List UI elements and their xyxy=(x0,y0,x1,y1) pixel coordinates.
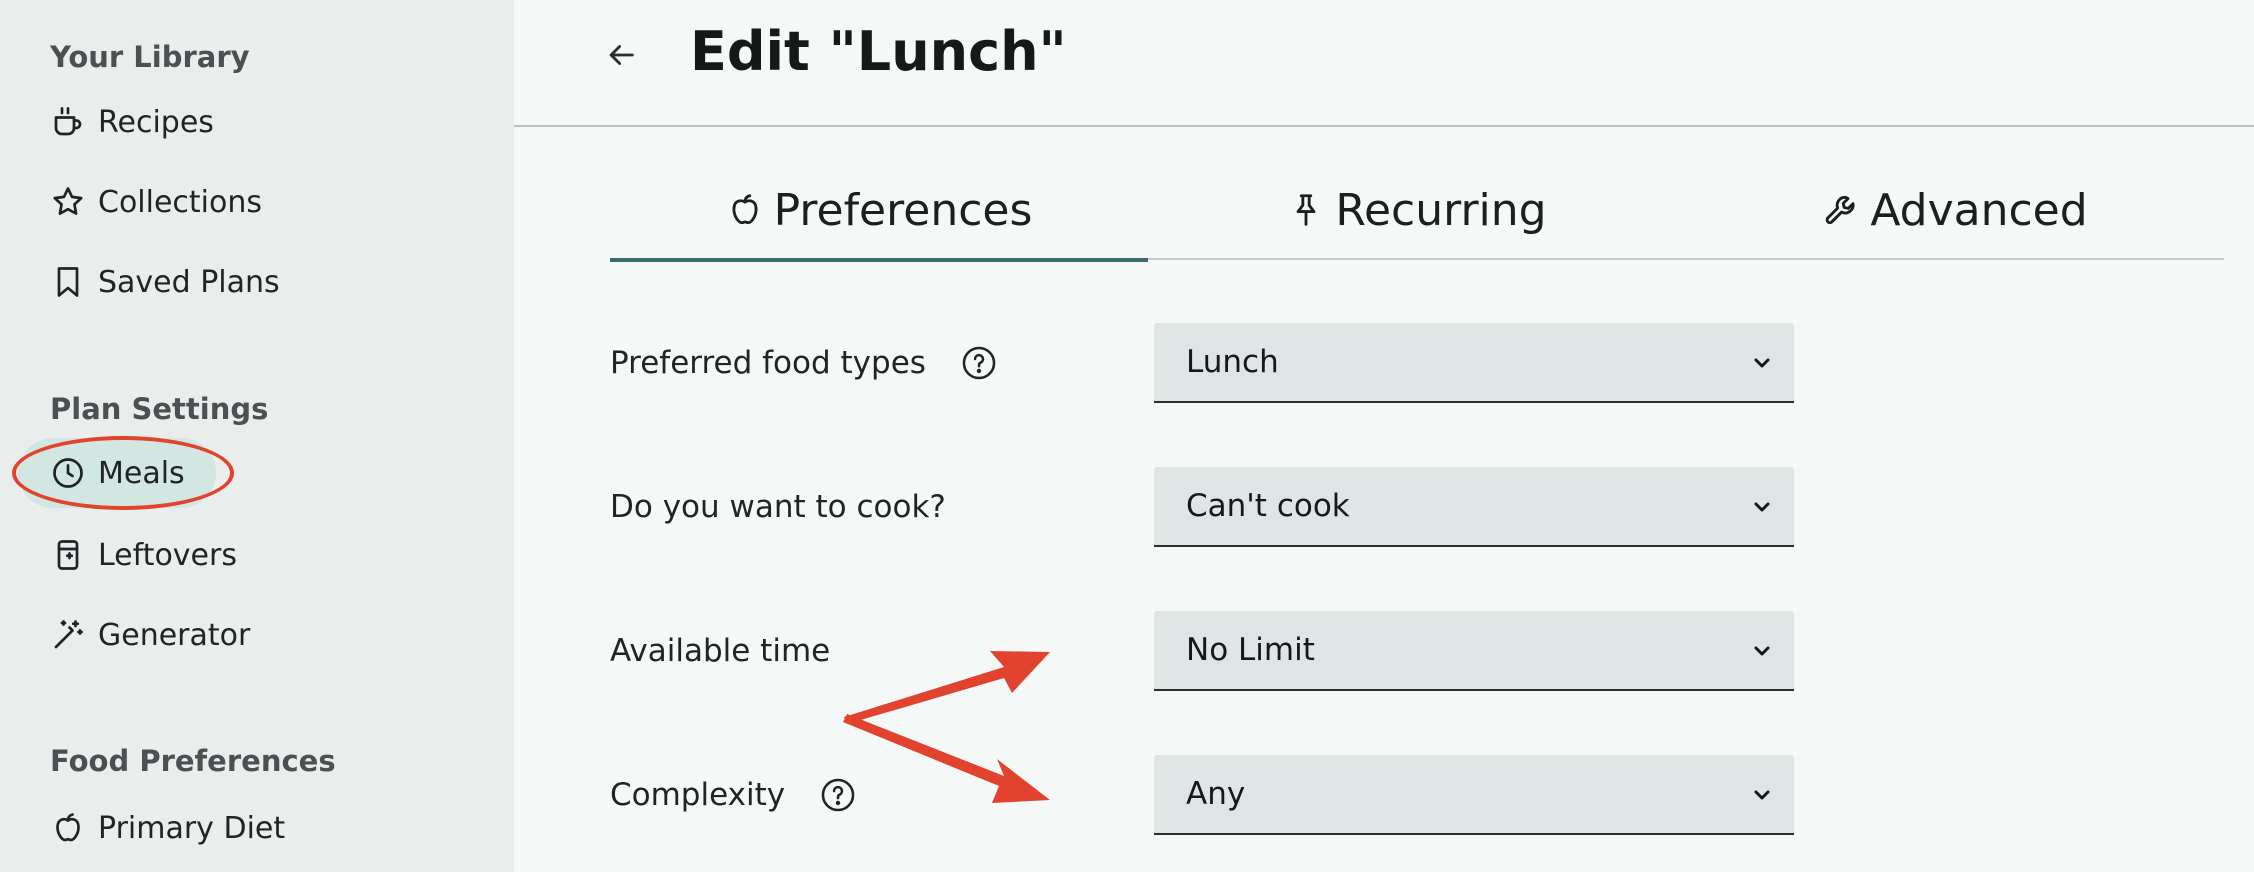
field-label: Preferred food types xyxy=(610,323,998,403)
sidebar-item-recipes[interactable]: Recipes xyxy=(50,100,214,144)
help-icon[interactable] xyxy=(960,344,998,382)
section-heading-food-preferences: Food Preferences xyxy=(50,744,336,778)
star-icon xyxy=(53,187,83,215)
chevron-down-icon xyxy=(1754,646,1770,656)
select-value: Can't cook xyxy=(1186,488,1350,524)
form-row-preferred-food-types: Preferred food types Lunch xyxy=(610,323,1794,403)
field-label-text: Do you want to cook? xyxy=(610,489,946,525)
chevron-down-icon xyxy=(1754,790,1770,800)
field-label-text: Complexity xyxy=(610,777,786,813)
tab-bar: Preferences Recurring Advanced xyxy=(610,160,2224,262)
arrow-left-icon xyxy=(609,45,634,65)
sidebar-item-label: Primary Diet xyxy=(98,810,286,846)
page-header: Edit "Lunch" xyxy=(514,0,2254,127)
field-label: Available time xyxy=(610,611,830,691)
tab-label: Preferences xyxy=(773,184,1033,236)
main-content: Edit "Lunch" Preferences Recurring Advan… xyxy=(514,0,2254,872)
sidebar-item-label: Collections xyxy=(98,184,263,220)
select-value: No Limit xyxy=(1186,632,1315,668)
preferred-food-types-select[interactable]: Lunch xyxy=(1154,323,1794,403)
select-value: Lunch xyxy=(1186,344,1279,380)
sidebar: Your Library Recipes Collections Saved P… xyxy=(0,0,514,872)
mug-icon xyxy=(54,107,82,136)
field-label-text: Available time xyxy=(610,633,831,669)
field-label: Complexity xyxy=(610,755,857,835)
back-button[interactable] xyxy=(596,30,646,80)
pin-icon xyxy=(1297,194,1316,226)
tab-recurring[interactable]: Recurring xyxy=(1148,160,1686,260)
container-icon xyxy=(57,540,79,570)
sidebar-item-meals[interactable]: Meals xyxy=(18,438,216,508)
cook-preference-select[interactable]: Can't cook xyxy=(1154,467,1794,547)
chevron-down-icon xyxy=(1754,502,1770,512)
chevron-down-icon xyxy=(1754,358,1770,368)
apple-icon xyxy=(732,194,758,225)
sidebar-item-label: Saved Plans xyxy=(98,264,280,300)
section-heading-plan-settings: Plan Settings xyxy=(50,392,269,426)
wrench-icon xyxy=(1825,195,1855,225)
form-row-complexity: Complexity Any xyxy=(610,755,1794,835)
select-value: Any xyxy=(1186,776,1246,812)
bookmark-icon xyxy=(57,267,79,297)
sidebar-item-label: Leftovers xyxy=(98,537,237,573)
sidebar-item-saved-plans[interactable]: Saved Plans xyxy=(50,260,280,304)
tab-preferences[interactable]: Preferences xyxy=(610,160,1148,262)
clock-icon xyxy=(53,458,83,488)
sidebar-item-leftovers[interactable]: Leftovers xyxy=(50,533,237,577)
sidebar-item-label: Meals xyxy=(98,455,185,491)
sidebar-item-primary-diet[interactable]: Primary Diet xyxy=(50,806,285,850)
tab-advanced[interactable]: Advanced xyxy=(1686,160,2224,260)
sidebar-item-label: Recipes xyxy=(98,104,214,140)
sidebar-item-collections[interactable]: Collections xyxy=(50,180,262,224)
tab-label: Advanced xyxy=(1870,184,2088,236)
apple-icon xyxy=(56,813,80,842)
page-title: Edit "Lunch" xyxy=(690,20,1067,83)
field-label-text: Preferred food types xyxy=(610,345,926,381)
section-heading-your-library: Your Library xyxy=(50,40,250,74)
sidebar-item-label: Generator xyxy=(98,617,251,653)
magic-wand-icon xyxy=(54,620,83,649)
complexity-select[interactable]: Any xyxy=(1154,755,1794,835)
form-row-available-time: Available time No Limit xyxy=(610,611,1794,691)
help-icon[interactable] xyxy=(819,776,857,814)
form-row-do-you-want-to-cook: Do you want to cook? Can't cook xyxy=(610,467,1794,547)
field-label: Do you want to cook? xyxy=(610,467,946,547)
tab-label: Recurring xyxy=(1335,184,1547,236)
sidebar-item-generator[interactable]: Generator xyxy=(50,613,250,657)
available-time-select[interactable]: No Limit xyxy=(1154,611,1794,691)
